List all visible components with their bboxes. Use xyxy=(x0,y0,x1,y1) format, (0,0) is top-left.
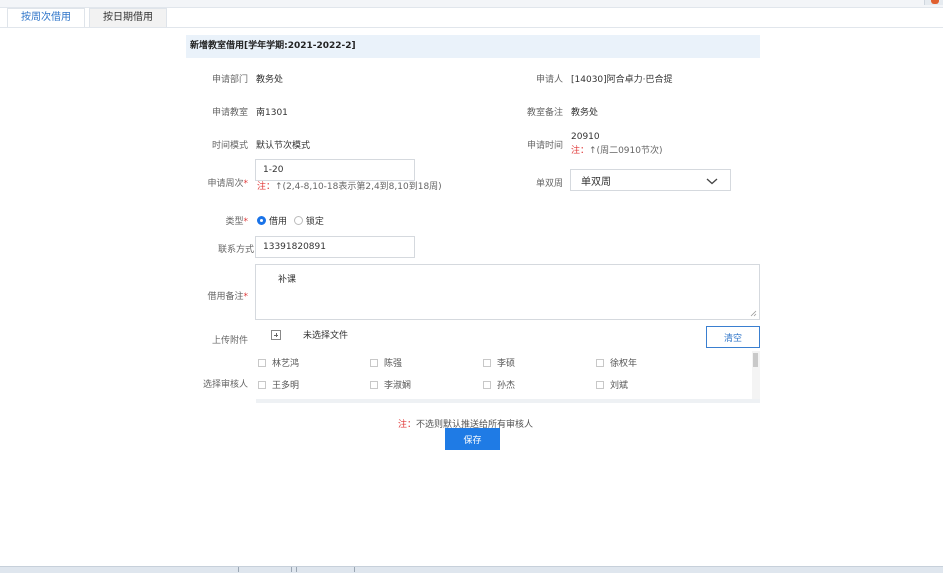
reviewer-scroll-thumb[interactable] xyxy=(753,353,758,367)
weeks-label: 申请周次* xyxy=(190,176,248,189)
applicant-value: [14030]阿合卓力·巴合提 xyxy=(571,75,673,85)
chevron-down-icon xyxy=(706,178,718,185)
parity-label: 单双周 xyxy=(535,179,563,189)
applicant-label: 申请人 xyxy=(535,75,563,85)
reviewer-name: 徐权年 xyxy=(610,359,638,369)
parity-select-value: 单双周 xyxy=(581,176,611,188)
required-mark: * xyxy=(243,217,249,227)
type-label: 类型* xyxy=(190,214,248,227)
reviewer-checkbox[interactable]: 刘斌 xyxy=(596,378,628,391)
remark-textarea[interactable]: 补课 xyxy=(255,264,760,320)
room-note-label: 教室备注 xyxy=(526,108,563,118)
weeks-input[interactable]: 1-20 xyxy=(255,159,415,181)
window-top-bar xyxy=(0,0,943,8)
checkbox-icon[interactable] xyxy=(483,381,491,389)
weeks-label-text: 申请周次 xyxy=(207,179,244,189)
reviewer-name: 刘斌 xyxy=(610,381,629,391)
checkbox-icon[interactable] xyxy=(596,359,604,367)
contact-input[interactable]: 13391820891 xyxy=(255,236,415,258)
reviewer-checkbox[interactable]: 林艺鸿 xyxy=(258,356,299,369)
required-mark: * xyxy=(243,179,249,189)
radio-lock-label: 锁定 xyxy=(305,217,324,227)
remark-label-text: 借用备注 xyxy=(207,292,244,302)
resize-grip-icon[interactable] xyxy=(750,310,757,317)
checkbox-icon[interactable] xyxy=(258,359,266,367)
upload-label: 上传附件 xyxy=(211,336,248,346)
parity-select[interactable]: 单双周 xyxy=(570,169,731,191)
type-label-text: 类型 xyxy=(225,217,244,227)
radio-lock[interactable]: 锁定 xyxy=(293,216,324,227)
reviewer-name: 李淑娴 xyxy=(384,381,412,391)
reviewer-name: 陈强 xyxy=(384,359,403,369)
dept-label: 申请部门 xyxy=(211,75,248,85)
close-icon[interactable] xyxy=(931,0,939,4)
window-corner-control[interactable] xyxy=(924,0,943,5)
reviewer-checkbox[interactable]: 孙杰 xyxy=(483,378,515,391)
time-mode-label: 时间模式 xyxy=(211,141,248,151)
radio-borrow-label: 借用 xyxy=(269,217,288,227)
taskbar-item[interactable] xyxy=(238,567,292,572)
reviewer-name: 孙杰 xyxy=(497,381,516,391)
form-title: 新增教室借用[学年学期:2021-2022-2] xyxy=(186,35,760,58)
reviewer-checkbox[interactable]: 李硕 xyxy=(483,356,515,369)
radio-unchecked-icon[interactable] xyxy=(293,216,303,225)
weeks-note-prefix: 注： xyxy=(257,182,276,192)
taskbar-item[interactable] xyxy=(296,567,355,572)
reviewer-checkbox[interactable]: 陈强 xyxy=(370,356,402,369)
apply-time-note-text: ↑(周二0910节次) xyxy=(589,146,663,156)
apply-time-value: 20910 xyxy=(571,132,600,142)
room-label: 申请教室 xyxy=(211,108,248,118)
checkbox-icon[interactable] xyxy=(370,381,378,389)
checkbox-icon[interactable] xyxy=(483,359,491,367)
radio-borrow[interactable]: 借用 xyxy=(257,216,288,227)
add-file-icon[interactable] xyxy=(271,330,281,340)
apply-time-label: 申请时间 xyxy=(526,141,563,151)
reviewer-name: 林艺鸿 xyxy=(272,359,300,369)
time-mode-value: 默认节次模式 xyxy=(256,141,311,151)
save-button[interactable]: 保存 xyxy=(445,428,500,450)
tab-by-date[interactable]: 按日期借用 xyxy=(89,8,167,27)
weeks-note-text: ↑(2,4-8,10-18表示第2,4到8,10到18周) xyxy=(275,182,442,192)
tab-by-week[interactable]: 按周次借用 xyxy=(7,8,85,27)
remark-label: 借用备注* xyxy=(190,289,248,302)
radio-checked-icon[interactable] xyxy=(257,216,266,225)
apply-time-note-prefix: 注： xyxy=(571,146,590,156)
reviewer-checkbox[interactable]: 王多明 xyxy=(258,378,299,391)
checkbox-icon[interactable] xyxy=(596,381,604,389)
tab-divider xyxy=(0,27,943,28)
tab-bar: 按周次借用 按日期借用 xyxy=(7,8,171,27)
remark-text: 补课 xyxy=(278,275,297,285)
upload-status: 未选择文件 xyxy=(303,331,349,341)
reviewer-label: 选择审核人 xyxy=(202,380,248,390)
reviewer-checkbox[interactable]: 徐权年 xyxy=(596,356,637,369)
reviewer-name: 王多明 xyxy=(272,381,300,391)
room-value: 南1301 xyxy=(256,108,288,118)
room-note-value: 教务处 xyxy=(571,108,599,118)
required-mark: * xyxy=(243,292,249,302)
weeks-note: 注：↑(2,4-8,10-18表示第2,4到8,10到18周) xyxy=(257,182,447,192)
checkbox-icon[interactable] xyxy=(258,381,266,389)
dept-value: 教务处 xyxy=(256,75,284,85)
type-radio-group: 借用 锁定 xyxy=(257,214,324,227)
contact-label: 联系方式 xyxy=(217,245,254,255)
clear-button[interactable]: 清空 xyxy=(706,326,760,348)
reviewer-checkbox[interactable]: 李淑娴 xyxy=(370,378,411,391)
apply-time-note: 注：↑(周二0910节次) xyxy=(571,143,662,156)
checkbox-icon[interactable] xyxy=(370,359,378,367)
reviewer-name: 李硕 xyxy=(497,359,516,369)
footer-note-prefix: 注： xyxy=(398,420,417,430)
